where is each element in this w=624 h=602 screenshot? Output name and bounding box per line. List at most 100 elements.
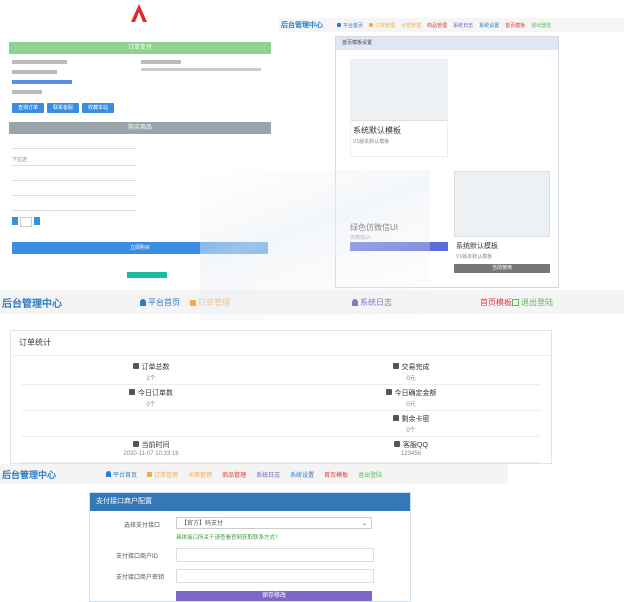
heart-icon — [394, 441, 401, 447]
stat-label: 剩余卡密 — [401, 416, 430, 423]
template-3-sub: V1版本默认模板 — [456, 254, 493, 260]
stat-label: 今日确定金额 — [394, 390, 437, 397]
nav-goods[interactable]: 商品管理 — [427, 22, 447, 29]
nav-goods-3[interactable]: 商品管理 — [222, 470, 246, 479]
template-card-3[interactable]: 系统默认模板 V1版本默认模板 当前使用 — [454, 171, 550, 275]
stats-grid: 订单总数 1个 交易完成 0元 今日订单数 0个 今日确定金额 0元 剩余卡密 0个 当前时间 202… — [21, 359, 541, 463]
label-merchant-id: 支付接口商户ID — [116, 554, 159, 560]
template-card-2[interactable]: 绿色仿微信UI 仿微信UI — [350, 167, 450, 251]
brand-title: 后台管理中心 — [281, 22, 323, 29]
stat-label: 今日订单数 — [138, 390, 173, 397]
nav-bar-top: 后台管理中心 平台首页 订单管理 卡密管理 商品管理 系统日志 系统设置 首页模… — [279, 18, 624, 32]
nav-logs[interactable]: 系统日志 — [453, 22, 473, 29]
template-card-1[interactable]: 系统默认模板 V1版本默认模板 — [350, 59, 448, 157]
nav-logs-3[interactable]: 系统日志 — [256, 470, 280, 479]
wrench-icon — [129, 389, 135, 395]
notice-area — [141, 58, 269, 86]
nav-home-2[interactable]: 平台首页 — [140, 297, 180, 308]
user-icon — [337, 23, 341, 27]
order-header: 购买商品 — [9, 122, 271, 134]
payment-header: 支付接口商户配置 — [90, 493, 410, 511]
stat-cell: 客服QQ 123456 — [281, 437, 541, 463]
user-icon — [140, 299, 146, 306]
nav-orders[interactable]: 订单管理 — [369, 22, 395, 29]
list-icon — [190, 299, 196, 306]
nav-orders-3[interactable]: 订单管理 — [147, 470, 178, 479]
template-panel-header: 首页模板设置 — [336, 37, 558, 50]
goods-select[interactable]: 下拉选 — [12, 155, 137, 166]
template-2-button[interactable] — [350, 242, 448, 251]
chevron-down-icon: ⌄ — [361, 521, 367, 527]
search-order-button[interactable]: 查询订单 — [12, 103, 44, 113]
dashboard-panel: 订单统计 订单总数 1个 交易完成 0元 今日订单数 0个 今日确定金额 0元 剩余卡密 0个 当前… — [10, 330, 552, 464]
logout-icon — [512, 299, 519, 306]
check-icon — [385, 389, 392, 395]
contact-button[interactable]: 联系客服 — [47, 103, 79, 113]
stat-value: 0个 — [406, 428, 416, 434]
stat-value: 0元 — [406, 402, 416, 408]
cart-icon — [369, 23, 374, 27]
template-2-sub: 仿微信UI — [350, 235, 371, 241]
shop-preview: 订单支付 查询订单 联系客服 收藏本站 购买商品 下拉选 立即购买 — [9, 42, 271, 292]
template-thumb-1 — [351, 60, 447, 121]
dashboard-header: 订单统计 — [11, 331, 551, 356]
category-select[interactable] — [12, 138, 137, 149]
nav-cards[interactable]: 卡密管理 — [401, 22, 421, 29]
nav-bar-middle: 后台管理中心 平台首页 订单管理 系统日志 首页模板 退出登陆 — [0, 290, 624, 314]
nav-template[interactable]: 首页模板 — [505, 22, 525, 29]
template-3-button[interactable]: 当前使用 — [454, 264, 550, 273]
template-panel: 首页模板设置 系统默认模板 V1版本默认模板 绿色仿微信UI 仿微信UI 系统默… — [335, 36, 559, 288]
stat-cell: 订单总数 1个 — [21, 359, 281, 385]
nav-template-3[interactable]: 首页模板 — [324, 470, 348, 479]
nav-bar-bottom: 后台管理中心 平台首页 订单管理 卡密管理 商品管理 系统日志 系统设置 首页模… — [0, 464, 508, 484]
brand-title-3: 后台管理中心 — [2, 469, 57, 480]
merchant-id-input[interactable] — [176, 548, 374, 562]
nav-home-3[interactable]: 平台首页 — [106, 470, 137, 479]
list-icon — [147, 471, 153, 477]
user-icon — [106, 471, 112, 477]
logo-icon — [131, 4, 147, 22]
nav-orders-2[interactable]: 订单管理 — [190, 297, 230, 308]
merchant-key-input[interactable] — [176, 569, 374, 583]
stat-cell: 今日订单数 0个 — [21, 385, 281, 411]
nav-logout-2[interactable]: 退出登陆 — [512, 297, 553, 308]
buy-button[interactable]: 立即购买 — [12, 242, 268, 254]
stat-label: 当前时间 — [141, 442, 170, 449]
nav-settings-3[interactable]: 系统设置 — [290, 470, 314, 479]
user-icon — [352, 299, 358, 306]
buy-header: 订单支付 — [9, 42, 271, 54]
stat-cell: 今日确定金额 0元 — [281, 385, 541, 411]
nav-settings[interactable]: 系统设置 — [479, 22, 499, 29]
list-icon — [132, 363, 139, 369]
buy-info — [12, 58, 137, 102]
stat-cell: 剩余卡密 0个 — [281, 411, 541, 437]
nav-cards-3[interactable]: 卡密管理 — [188, 470, 212, 479]
interface-hint: 具体接口所关于请查看官网获取联系方式！ — [176, 535, 281, 541]
favorite-button[interactable]: 收藏本站 — [82, 103, 114, 113]
label-select-interface: 选择支付接口 — [124, 523, 161, 529]
interface-select[interactable]: 【官方】码支付 ⌄ — [176, 517, 372, 529]
nav-template-2[interactable]: 首页模板 — [480, 297, 512, 308]
nav-logout[interactable]: 退出登陆 — [531, 22, 551, 29]
stat-value: 0个 — [146, 402, 156, 408]
stat-label: 客服QQ — [403, 442, 428, 449]
template-2-title: 绿色仿微信UI — [350, 223, 398, 232]
stat-cell — [21, 411, 281, 437]
gear-icon — [392, 415, 399, 421]
cart-icon — [392, 363, 399, 369]
template-thumb-3 — [454, 171, 550, 237]
stat-cell: 当前时间 2020-11-07 10:33:18 — [21, 437, 281, 463]
template-1-title: 系统默认模板 — [353, 126, 401, 135]
stat-value: 123456 — [400, 451, 422, 457]
clock-icon — [132, 441, 139, 447]
template-3-title: 系统默认模板 — [456, 243, 498, 250]
nav-logout-3[interactable]: 退出登陆 — [358, 470, 382, 479]
nav-home[interactable]: 平台首页 — [337, 22, 363, 29]
nav-logs-2[interactable]: 系统日志 — [352, 297, 392, 308]
label-merchant-key: 支付接口商户密钥 — [116, 575, 165, 581]
stat-label: 订单总数 — [141, 364, 170, 371]
stat-value: 0元 — [406, 376, 416, 382]
stat-label: 交易完成 — [401, 364, 430, 371]
template-1-sub: V1版本默认模板 — [353, 139, 390, 145]
brand-title-2: 后台管理中心 — [2, 298, 62, 310]
